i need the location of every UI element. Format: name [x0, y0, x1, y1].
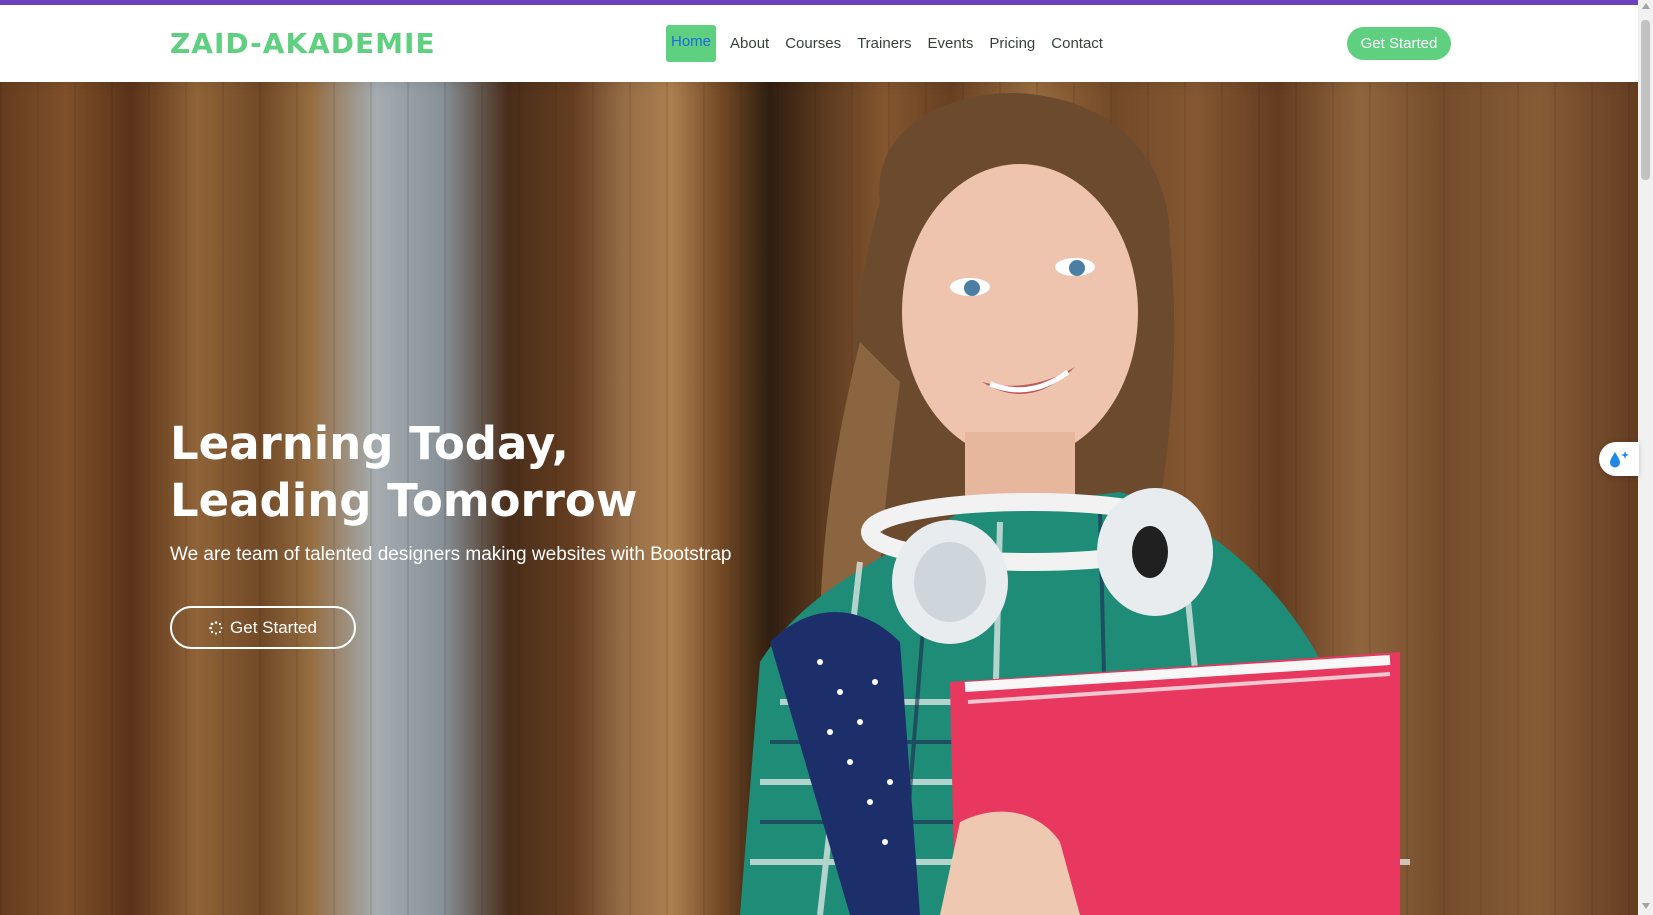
scroll-up-arrow-icon[interactable]	[1642, 3, 1650, 9]
spinner-icon	[209, 620, 223, 635]
main-nav: Home About Courses Trainers Events Prici…	[666, 25, 1111, 62]
hero-content: Learning Today, Leading Tomorrow We are …	[170, 415, 732, 649]
page-scrollbar[interactable]	[1638, 0, 1653, 915]
nav-item-contact[interactable]: Contact	[1043, 26, 1111, 61]
scroll-down-arrow-icon[interactable]	[1642, 903, 1650, 909]
hero-subtitle: We are team of talented designers making…	[170, 544, 732, 565]
hero-get-started-button[interactable]: Get Started	[170, 606, 356, 649]
header-get-started-button[interactable]: Get Started	[1347, 27, 1451, 60]
hero-title-line-2: Leading Tomorrow	[170, 474, 638, 527]
brand-logo[interactable]: ZAID-AKADEMIE	[170, 27, 436, 60]
nav-item-pricing[interactable]: Pricing	[981, 26, 1043, 61]
site-header: ZAID-AKADEMIE Home About Courses Trainer…	[0, 5, 1638, 82]
hero-title-line-1: Learning Today,	[170, 417, 569, 470]
scrollbar-thumb[interactable]	[1641, 20, 1650, 180]
nav-item-trainers[interactable]: Trainers	[849, 26, 919, 61]
hero-section: Learning Today, Leading Tomorrow We are …	[0, 82, 1638, 915]
floating-widget-button[interactable]	[1599, 442, 1639, 476]
nav-item-about[interactable]: About	[722, 26, 777, 61]
nav-item-courses[interactable]: Courses	[777, 26, 849, 61]
hero-button-label: Get Started	[230, 617, 317, 637]
nav-item-events[interactable]: Events	[920, 26, 982, 61]
hero-title: Learning Today, Leading Tomorrow	[170, 415, 732, 529]
nav-item-home[interactable]: Home	[666, 25, 717, 62]
hero-student-image	[740, 93, 1410, 915]
droplet-sparkle-icon	[1610, 451, 1629, 468]
